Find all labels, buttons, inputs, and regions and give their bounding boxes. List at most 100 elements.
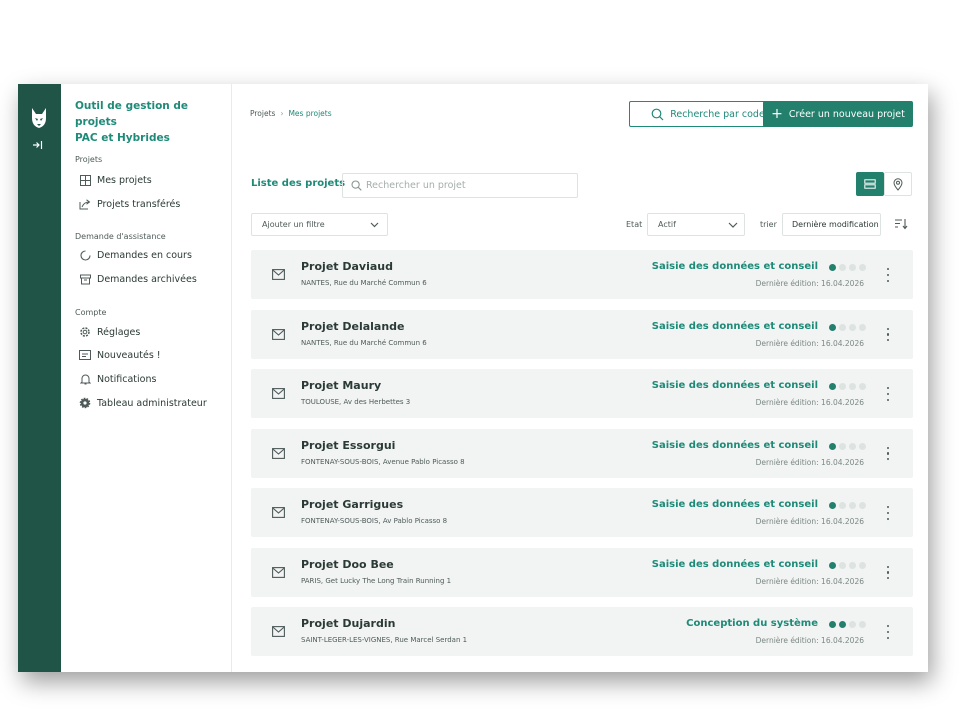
sort-label: trier	[760, 220, 777, 229]
project-status: Saisie des données et conseil	[651, 380, 818, 391]
progress-dot-pending	[859, 383, 866, 390]
project-row[interactable]: Projet Doo Bee PARIS, Get Lucky The Long …	[251, 547, 913, 597]
sort-order-icon[interactable]	[894, 217, 908, 231]
app-title: Outil de gestion de projets PAC et Hybri…	[75, 98, 231, 146]
news-icon	[79, 349, 91, 361]
last-edit: Dernière édition: 16.04.2026	[755, 338, 864, 348]
progress-dot-pending	[839, 561, 846, 569]
project-address: TOULOUSE, Av des Herbettes 3	[301, 398, 411, 406]
project-name[interactable]: Projet Daviaud	[301, 260, 393, 273]
project-row[interactable]: Projet Essorgui FONTENAY-SOUS-BOIS, Avenu…	[251, 428, 913, 478]
project-search-input[interactable]: Rechercher un projet	[342, 173, 578, 198]
progress-dot-done	[829, 502, 836, 509]
progress-dot-pending	[849, 442, 856, 450]
left-rail	[18, 84, 61, 672]
sidebar-item-notifications[interactable]: Notifications	[79, 371, 156, 387]
sidebar-item-projets-transferes[interactable]: Projets transférés	[79, 196, 180, 212]
progress-dot-pending	[839, 502, 846, 509]
mail-icon	[272, 566, 285, 578]
progress-dots	[829, 561, 869, 569]
project-status: Saisie des données et conseil	[651, 439, 818, 451]
fox-logo-icon	[32, 108, 46, 128]
search-placeholder: Rechercher un projet	[366, 180, 466, 191]
sidebar-item-demandes-en-cours[interactable]: Demandes en cours	[79, 247, 192, 263]
sidebar-item-tableau-administrateur[interactable]: Tableau administrateur	[79, 395, 207, 411]
sort-select[interactable]: Dernière modification	[782, 213, 881, 236]
add-filter-dropdown[interactable]: Ajouter un filtre	[251, 213, 388, 236]
sidebar-item-mes-projets[interactable]: Mes projets	[79, 172, 152, 188]
sidebar-item-label: Mes projets	[97, 174, 152, 186]
progress-dots	[829, 442, 869, 450]
app-window: Outil de gestion de projets PAC et Hybri…	[18, 84, 928, 672]
more-options-icon[interactable]	[883, 326, 893, 344]
archive-icon	[79, 273, 91, 285]
project-row[interactable]: Projet Daviaud NANTES, Rue du Marché Comm…	[251, 250, 913, 299]
etat-value: Actif	[658, 220, 676, 229]
search-by-code-label: Recherche par code	[670, 108, 765, 120]
sidebar-item-reglages[interactable]: Réglages	[79, 324, 140, 340]
last-edit: Dernière édition: 16.04.2026	[755, 517, 864, 526]
more-options-icon[interactable]	[883, 385, 893, 403]
list-view-toggle[interactable]	[856, 172, 884, 196]
project-address: NANTES, Rue du Marché Commun 6	[301, 338, 427, 347]
sidebar-item-label: Nouveautés !	[97, 349, 161, 361]
progress-dots	[829, 264, 869, 271]
etat-label: Etat	[626, 220, 643, 229]
expand-sidebar-icon[interactable]	[32, 140, 43, 153]
sidebar: Outil de gestion de projets PAC et Hybri…	[61, 84, 232, 672]
create-project-button[interactable]: + Créer un nouveau projet	[763, 101, 913, 127]
more-options-icon[interactable]	[883, 266, 893, 284]
project-row[interactable]: Projet Delalande NANTES, Rue du Marché Co…	[251, 309, 913, 359]
sort-value: Dernière modification	[792, 220, 879, 229]
project-status: Saisie des données et conseil	[651, 320, 818, 332]
add-filter-label: Ajouter un filtre	[262, 220, 325, 229]
project-name[interactable]: Projet Garrigues	[301, 498, 403, 511]
map-view-toggle[interactable]	[884, 172, 912, 196]
progress-dot-pending	[859, 561, 866, 569]
project-address: SAINT-LEGER-LES-VIGNES, Rue Marcel Serda…	[301, 636, 468, 644]
progress-dots	[829, 502, 869, 509]
progress-dot-done	[829, 561, 836, 569]
breadcrumb-projets[interactable]: Projets	[250, 109, 275, 118]
project-status: Saisie des données et conseil	[651, 499, 818, 510]
cog-filled-icon	[79, 397, 91, 409]
project-name[interactable]: Projet Dujardin	[301, 617, 395, 630]
main-content: Projets › Mes projets Recherche par code…	[232, 84, 928, 672]
more-options-icon[interactable]	[883, 623, 893, 641]
project-status: Saisie des données et conseil	[651, 261, 818, 272]
list-title: Liste des projets	[251, 178, 346, 189]
section-label-demande: Demande d'assistance	[75, 232, 166, 241]
mail-icon	[272, 626, 285, 637]
app-title-line1: Outil de gestion de projets	[75, 100, 189, 128]
sidebar-item-label: Demandes en cours	[97, 249, 192, 261]
more-options-icon[interactable]	[883, 564, 893, 582]
progress-dot-pending	[859, 502, 866, 509]
bell-icon	[79, 373, 91, 385]
project-address: FONTENAY-SOUS-BOIS, Av Pablo Picasso 8	[301, 517, 448, 525]
project-name[interactable]: Projet Maury	[301, 379, 381, 392]
project-row[interactable]: Projet Garrigues FONTENAY-SOUS-BOIS, Av P…	[251, 488, 913, 537]
sidebar-item-label: Tableau administrateur	[97, 397, 207, 409]
progress-dot-pending	[859, 323, 866, 331]
more-options-icon[interactable]	[883, 445, 893, 463]
project-name[interactable]: Projet Delalande	[301, 320, 405, 333]
progress-dot-pending	[839, 323, 846, 331]
search-icon	[351, 180, 362, 191]
project-name[interactable]: Projet Essorgui	[301, 439, 395, 452]
etat-select[interactable]: Actif	[647, 213, 745, 236]
chevron-down-icon	[370, 222, 379, 227]
progress-dots	[829, 621, 869, 628]
progress-dot-pending	[849, 323, 856, 331]
more-options-icon[interactable]	[883, 504, 893, 522]
progress-dot-pending	[859, 264, 866, 271]
sidebar-item-demandes-archivees[interactable]: Demandes archivées	[79, 271, 197, 287]
project-row[interactable]: Projet Maury TOULOUSE, Av des Herbettes 3…	[251, 369, 913, 418]
sidebar-item-label: Projets transférés	[97, 198, 181, 210]
mail-icon	[272, 269, 285, 280]
breadcrumb-mes-projets: Mes projets	[288, 109, 332, 118]
sidebar-item-nouveautes[interactable]: Nouveautés !	[79, 347, 161, 363]
progress-dot-done	[829, 621, 836, 628]
project-row[interactable]: Projet Dujardin SAINT-LEGER-LES-VIGNES, R…	[251, 607, 913, 656]
gear-icon	[79, 326, 91, 338]
project-name[interactable]: Projet Doo Bee	[301, 558, 394, 571]
